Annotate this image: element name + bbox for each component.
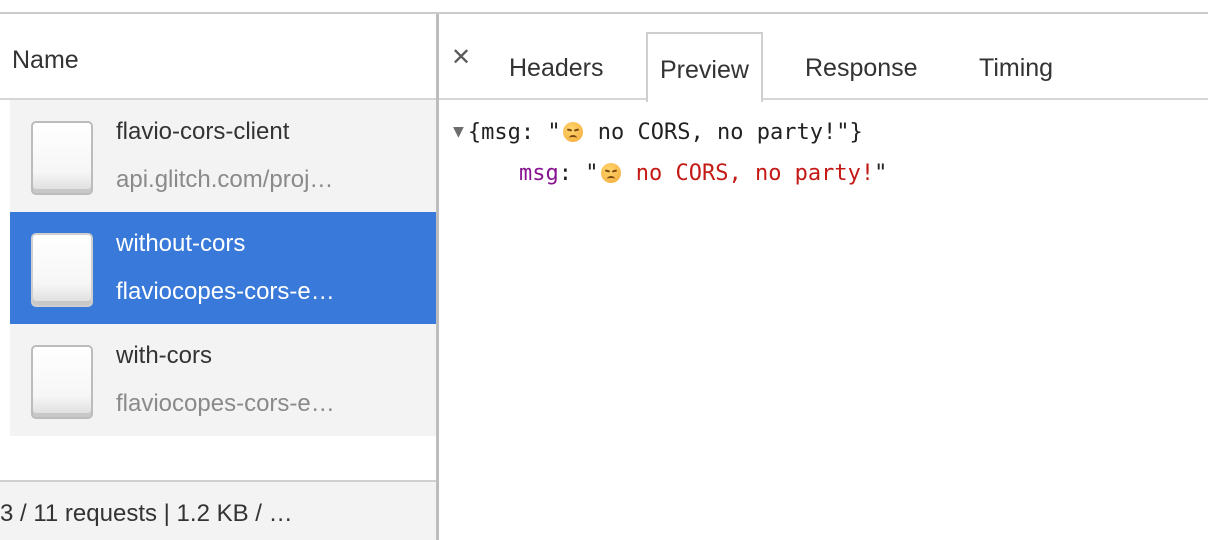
json-quote-close: " [874,161,888,186]
request-row-flavio-cors-client[interactable]: flavio-cors-client api.glitch.com/proj… [10,100,436,212]
json-property-key: msg [519,161,559,186]
request-name: without-cors [116,230,246,257]
document-file-icon [31,233,93,307]
json-property-value: no CORS, no party! [622,161,875,186]
request-list: flavio-cors-client api.glitch.com/proj… … [10,100,436,436]
summary-text: no CORS, no party!"} [584,120,863,145]
json-property-separator: : [558,161,586,186]
request-name: flavio-cors-client [116,118,290,145]
request-url: flaviocopes-cors-e… [116,278,335,305]
document-file-icon [31,121,93,195]
document-file-icon [31,345,93,419]
detail-tab-bar: ✕ Headers Preview Response Timing [439,14,1208,102]
json-object-summary[interactable]: ▼ {msg: " no CORS, no party!"} [453,120,863,145]
disappointed-face-icon [562,122,583,142]
json-quote-open: " [585,161,599,186]
request-url: flaviocopes-cors-e… [116,390,335,417]
devtools-network-panel: Name flavio-cors-client api.glitch.com/p… [0,0,1208,540]
summary-open: {msg: " [467,120,561,145]
tab-preview[interactable]: Preview [646,32,763,102]
request-row-with-cors[interactable]: with-cors flaviocopes-cors-e… [10,324,436,436]
request-list-empty-space [10,436,436,480]
json-preview: ▼ {msg: " no CORS, no party!"} msg: " no … [439,100,1208,540]
network-summary-bar: 3 / 11 requests | 1.2 KB / … [0,480,436,540]
disappointed-face-icon [600,163,621,183]
tab-timing[interactable]: Timing [979,32,1053,100]
json-property-row: msg: " no CORS, no party!" [519,161,887,186]
close-icon[interactable]: ✕ [451,46,471,70]
tab-response[interactable]: Response [805,32,918,100]
request-url: api.glitch.com/proj… [116,166,334,193]
network-summary-text: 3 / 11 requests | 1.2 KB / … [0,500,293,527]
request-detail-panel: ✕ Headers Preview Response Timing ▼ {msg:… [439,14,1208,540]
request-name: with-cors [116,342,213,369]
expand-triangle-icon[interactable]: ▼ [453,121,464,142]
name-column-header[interactable]: Name [0,14,436,100]
request-row-without-cors[interactable]: without-cors flaviocopes-cors-e… [10,212,436,324]
request-list-panel: Name flavio-cors-client api.glitch.com/p… [0,14,436,540]
tab-headers[interactable]: Headers [509,32,604,100]
name-column-label: Name [12,46,79,74]
